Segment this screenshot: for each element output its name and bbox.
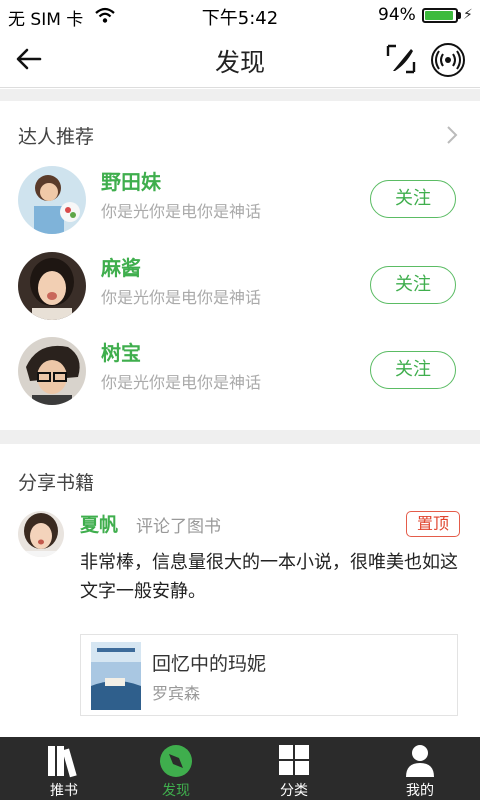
battery-tip xyxy=(458,12,461,19)
section-divider xyxy=(0,430,480,444)
avatar[interactable] xyxy=(18,166,86,234)
compass-icon xyxy=(160,745,192,777)
chevron-right-icon xyxy=(447,126,458,144)
tab-category[interactable]: 分类 xyxy=(254,737,334,800)
battery-percent: 94% xyxy=(378,5,416,25)
books-icon xyxy=(48,746,77,778)
nav-bar: 发现 xyxy=(0,30,480,88)
book-title: 回忆中的玛妮 xyxy=(152,653,267,675)
share-heading: 分享书籍 xyxy=(18,472,95,494)
user-row[interactable]: 麻酱 你是光你是电你是神话 关注 xyxy=(0,244,480,329)
tab-discover[interactable]: 发现 xyxy=(136,737,216,800)
section-divider xyxy=(0,89,480,101)
grid-icon xyxy=(279,745,309,775)
user-bio: 你是光你是电你是神话 xyxy=(101,202,262,221)
user-bio: 你是光你是电你是神话 xyxy=(101,288,262,307)
post-comment[interactable]: 非常棒，信息量很大的一本小说，很唯美也如这文字一般安静。 xyxy=(80,548,465,606)
broadcast-icon[interactable] xyxy=(430,42,466,78)
user-bio: 你是光你是电你是神话 xyxy=(101,373,262,392)
battery-icon xyxy=(422,8,458,23)
experts-section-header[interactable]: 达人推荐 xyxy=(0,110,480,160)
user-name[interactable]: 麻酱 xyxy=(101,252,141,281)
status-bar: 无 SIM 卡 下午5:42 94% ⚡ xyxy=(0,0,480,30)
tab-recommend[interactable]: 推书 xyxy=(24,737,104,800)
experts-heading: 达人推荐 xyxy=(18,126,95,148)
follow-button[interactable]: 关注 xyxy=(370,266,456,304)
avatar[interactable] xyxy=(18,252,86,320)
book-cover xyxy=(91,642,141,710)
follow-button[interactable]: 关注 xyxy=(370,180,456,218)
person-icon xyxy=(406,745,434,777)
charging-icon: ⚡ xyxy=(463,7,473,23)
write-icon[interactable] xyxy=(384,42,418,76)
tab-bar: 推书 发现 分类 我的 xyxy=(0,737,480,800)
book-card[interactable]: 回忆中的玛妮 罗宾森 xyxy=(80,634,458,716)
book-author: 罗宾森 xyxy=(152,684,201,703)
share-section-header: 分享书籍 xyxy=(0,456,480,506)
tab-label: 发现 xyxy=(162,783,190,799)
user-row[interactable]: 树宝 你是光你是电你是神话 关注 xyxy=(0,329,480,414)
user-name[interactable]: 树宝 xyxy=(101,337,141,366)
avatar[interactable] xyxy=(18,337,86,405)
user-name[interactable]: 野田妹 xyxy=(101,166,161,195)
follow-button[interactable]: 关注 xyxy=(370,351,456,389)
pinned-badge: 置顶 xyxy=(406,511,460,537)
post-action: 评论了图书 xyxy=(136,517,221,537)
tab-label: 分类 xyxy=(280,783,308,799)
user-row[interactable]: 野田妹 你是光你是电你是神话 关注 xyxy=(0,158,480,243)
post-author[interactable]: 夏帆 xyxy=(80,510,118,537)
avatar[interactable] xyxy=(18,511,64,557)
tab-mine[interactable]: 我的 xyxy=(380,737,460,800)
tab-label: 推书 xyxy=(50,783,78,799)
tab-label: 我的 xyxy=(406,783,434,799)
